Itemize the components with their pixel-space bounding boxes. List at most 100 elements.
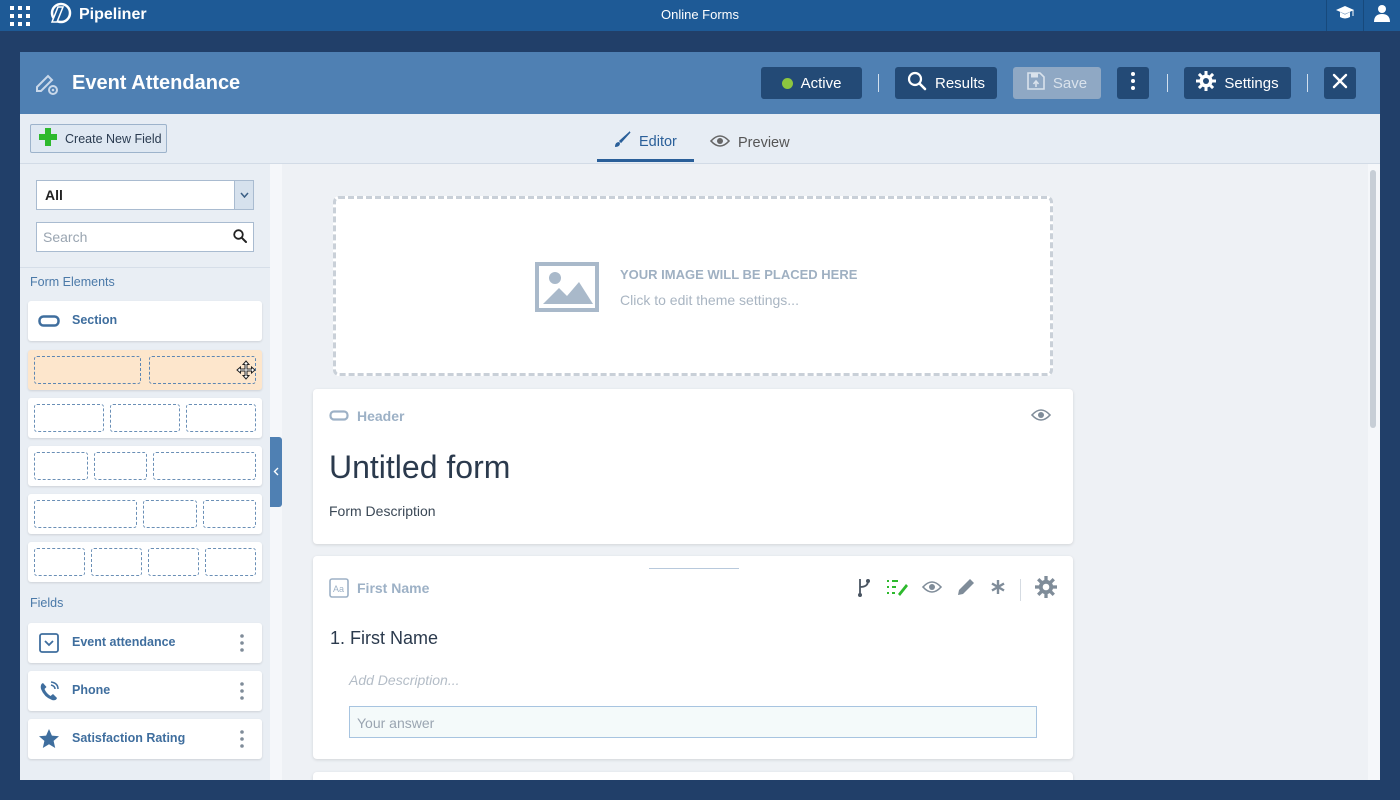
divider bbox=[878, 74, 879, 92]
question-title[interactable]: 1. First Name bbox=[330, 628, 438, 649]
three-column-wide-right-layout[interactable] bbox=[28, 446, 262, 486]
add-description-input[interactable]: Add Description... bbox=[349, 672, 460, 688]
column-slot bbox=[148, 548, 199, 576]
tab-editor-label: Editor bbox=[639, 133, 677, 150]
brush-icon bbox=[613, 130, 631, 153]
app-bar: Pipeliner Online Forms bbox=[0, 0, 1400, 31]
column-slot bbox=[34, 548, 85, 576]
kebab-menu-icon[interactable] bbox=[240, 730, 244, 748]
column-slot bbox=[143, 500, 197, 528]
header-card-label: Header bbox=[357, 408, 405, 424]
kebab-menu-icon[interactable] bbox=[240, 634, 244, 652]
divider bbox=[1307, 74, 1308, 92]
column-slot bbox=[205, 548, 256, 576]
profile-button[interactable] bbox=[1363, 0, 1399, 31]
canvas-scrollbar[interactable] bbox=[1368, 164, 1380, 780]
save-button[interactable]: Save bbox=[1013, 67, 1101, 99]
status-dot-icon bbox=[781, 77, 793, 89]
tab-editor[interactable]: Editor bbox=[597, 124, 694, 162]
plus-icon bbox=[39, 128, 57, 149]
header-card[interactable]: Header Untitled form Form Description bbox=[313, 389, 1073, 544]
branch-logic-icon[interactable] bbox=[856, 577, 872, 602]
move-cursor-icon bbox=[236, 360, 256, 385]
required-asterisk-icon[interactable] bbox=[990, 579, 1006, 600]
more-options-button[interactable] bbox=[1117, 67, 1149, 99]
divider bbox=[1020, 578, 1021, 601]
field-item-phone[interactable]: Phone bbox=[28, 671, 262, 711]
kebab-menu-icon[interactable] bbox=[240, 682, 244, 700]
column-slot bbox=[94, 452, 147, 480]
field-item-label: Event attendance bbox=[72, 635, 176, 649]
text-field-icon: Aa bbox=[329, 578, 349, 603]
validation-rules-icon[interactable] bbox=[886, 578, 908, 601]
create-new-field-label: Create New Field bbox=[65, 131, 162, 146]
column-slot bbox=[110, 404, 180, 432]
image-placeholder[interactable]: YOUR IMAGE WILL BE PLACED HERE Click to … bbox=[333, 196, 1053, 376]
two-column-layout[interactable] bbox=[28, 350, 262, 390]
chevron-left-icon bbox=[273, 463, 279, 481]
category-filter-value: All bbox=[45, 187, 63, 203]
drag-handle[interactable] bbox=[649, 568, 739, 569]
field-library-panel: All Search Form Elements Section Fields … bbox=[20, 164, 270, 780]
gear-icon[interactable] bbox=[1035, 576, 1057, 603]
collapse-panel-button[interactable] bbox=[270, 437, 282, 507]
edit-pencil-icon[interactable] bbox=[956, 577, 976, 602]
field-card-label: First Name bbox=[357, 580, 430, 596]
visibility-eye-icon[interactable] bbox=[1030, 408, 1052, 427]
answer-input[interactable]: Your answer bbox=[349, 706, 1037, 738]
close-icon bbox=[1332, 73, 1348, 93]
app-title: Online Forms bbox=[660, 7, 740, 22]
form-edit-icon bbox=[34, 71, 60, 97]
search-results-icon bbox=[907, 71, 927, 95]
chevron-down-icon bbox=[234, 181, 253, 209]
search-placeholder: Search bbox=[43, 229, 88, 245]
section-element[interactable]: Section bbox=[28, 301, 262, 341]
field-card-next[interactable] bbox=[313, 772, 1073, 780]
save-icon bbox=[1027, 72, 1045, 94]
editor-toolbar: Create New Field Editor Preview bbox=[20, 114, 1380, 164]
field-item-label: Phone bbox=[72, 683, 111, 697]
star-icon bbox=[38, 728, 60, 750]
field-item-label: Satisfaction Rating bbox=[72, 731, 186, 745]
close-button[interactable] bbox=[1324, 67, 1356, 99]
category-filter-select[interactable]: All bbox=[36, 180, 254, 210]
field-item-satisfaction-rating[interactable]: Satisfaction Rating bbox=[28, 719, 262, 759]
user-icon bbox=[1373, 4, 1391, 27]
three-column-wide-left-layout[interactable] bbox=[28, 494, 262, 534]
divider bbox=[20, 267, 270, 268]
section-icon bbox=[329, 409, 349, 427]
dropdown-icon bbox=[38, 632, 60, 654]
field-search-input[interactable]: Search bbox=[36, 222, 254, 252]
create-new-field-button[interactable]: Create New Field bbox=[30, 124, 167, 153]
form-description[interactable]: Form Description bbox=[329, 503, 436, 519]
results-button[interactable]: Results bbox=[895, 67, 997, 99]
settings-button[interactable]: Settings bbox=[1184, 67, 1291, 99]
eye-icon bbox=[709, 134, 731, 152]
column-slot bbox=[91, 548, 142, 576]
form-editor-window: Event Attendance Active Results Save Set… bbox=[20, 52, 1380, 780]
field-card-first-name[interactable]: Aa First Name 1. First Name Add Descript… bbox=[313, 556, 1073, 759]
column-slot bbox=[34, 404, 104, 432]
field-item-event-attendance[interactable]: Event attendance bbox=[28, 623, 262, 663]
window-header: Event Attendance Active Results Save Set… bbox=[20, 52, 1380, 114]
form-title[interactable]: Untitled form bbox=[329, 449, 510, 486]
tab-preview[interactable]: Preview bbox=[709, 124, 800, 162]
results-label: Results bbox=[934, 74, 986, 92]
column-slot bbox=[34, 500, 137, 528]
form-canvas: YOUR IMAGE WILL BE PLACED HERE Click to … bbox=[282, 164, 1368, 780]
image-placeholder-title: YOUR IMAGE WILL BE PLACED HERE bbox=[620, 267, 858, 282]
graduation-cap-icon bbox=[1335, 5, 1355, 26]
field-card-actions bbox=[856, 576, 1057, 603]
visibility-eye-icon[interactable] bbox=[921, 580, 943, 599]
scrollbar-thumb[interactable] bbox=[1370, 170, 1376, 428]
four-column-layout[interactable] bbox=[28, 542, 262, 582]
save-label: Save bbox=[1052, 74, 1088, 92]
status-button[interactable]: Active bbox=[761, 67, 862, 99]
three-column-layout[interactable] bbox=[28, 398, 262, 438]
status-label: Active bbox=[800, 74, 842, 92]
academy-button[interactable] bbox=[1326, 0, 1362, 31]
form-elements-heading: Form Elements bbox=[30, 275, 115, 289]
search-icon[interactable] bbox=[233, 229, 247, 246]
column-slot bbox=[203, 500, 256, 528]
image-placeholder-hint: Click to edit theme settings... bbox=[620, 292, 799, 308]
